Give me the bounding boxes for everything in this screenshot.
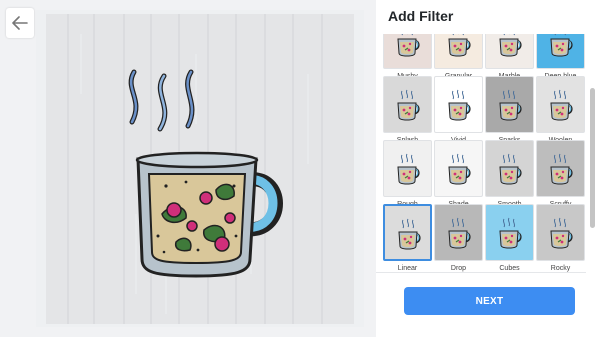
artboard[interactable]	[46, 14, 354, 324]
filter-item-sparks[interactable]: Sparks	[485, 76, 534, 144]
filter-thumbnail[interactable]	[434, 140, 483, 197]
next-button[interactable]: NEXT	[404, 287, 575, 315]
filter-thumbnail[interactable]	[485, 140, 534, 197]
filter-thumbnail[interactable]	[536, 76, 585, 133]
filter-thumbnail[interactable]	[383, 34, 432, 69]
filter-label: Linear	[397, 265, 418, 272]
filter-thumbnail[interactable]	[383, 204, 432, 261]
filter-thumbnail[interactable]	[485, 204, 534, 261]
filter-thumbnail[interactable]	[434, 76, 483, 133]
arrow-left-icon	[12, 16, 28, 30]
scrollbar[interactable]	[590, 88, 595, 228]
filter-item-scruffy[interactable]: Scruffy	[536, 140, 585, 208]
filter-thumbnail[interactable]	[434, 204, 483, 261]
filter-item-rocky[interactable]: Rocky	[536, 204, 585, 272]
filter-thumbnail[interactable]	[536, 204, 585, 261]
filter-item-smooth[interactable]: Smooth	[485, 140, 534, 208]
filter-grid[interactable]: MushyGranularMarbleDeep blueSplashVividS…	[380, 34, 590, 272]
panel-title: Add Filter	[388, 8, 454, 24]
filter-label: Rocky	[550, 265, 571, 272]
back-button[interactable]	[6, 8, 34, 38]
filter-thumbnail[interactable]	[383, 140, 432, 197]
filter-item-mushy[interactable]: Mushy	[383, 34, 432, 80]
filter-item-drop[interactable]: Drop	[434, 204, 483, 272]
filter-item-shade[interactable]: Shade	[434, 140, 483, 208]
filter-thumbnail[interactable]	[434, 34, 483, 69]
filter-item-vivid[interactable]: Vivid	[434, 76, 483, 144]
canvas-area	[36, 10, 364, 327]
filter-item-splash[interactable]: Splash	[383, 76, 432, 144]
filter-thumbnail[interactable]	[485, 76, 534, 133]
filter-item-cubes[interactable]: Cubes	[485, 204, 534, 272]
design-image	[46, 14, 354, 324]
filter-item-rough[interactable]: Rough	[383, 140, 432, 208]
filter-thumbnail[interactable]	[485, 34, 534, 69]
filter-item-woolen[interactable]: Woolen	[536, 76, 585, 144]
filter-label: Drop	[450, 265, 467, 272]
filter-item-linear[interactable]: Linear	[383, 204, 432, 272]
filter-item-deep-blue[interactable]: Deep blue	[536, 34, 585, 80]
filter-label: Cubes	[499, 265, 520, 272]
filter-item-marble[interactable]: Marble	[485, 34, 534, 80]
divider	[376, 272, 586, 273]
filter-item-granular[interactable]: Granular	[434, 34, 483, 80]
filter-thumbnail[interactable]	[536, 140, 585, 197]
filter-thumbnail[interactable]	[383, 76, 432, 133]
filter-thumbnail[interactable]	[536, 34, 585, 69]
